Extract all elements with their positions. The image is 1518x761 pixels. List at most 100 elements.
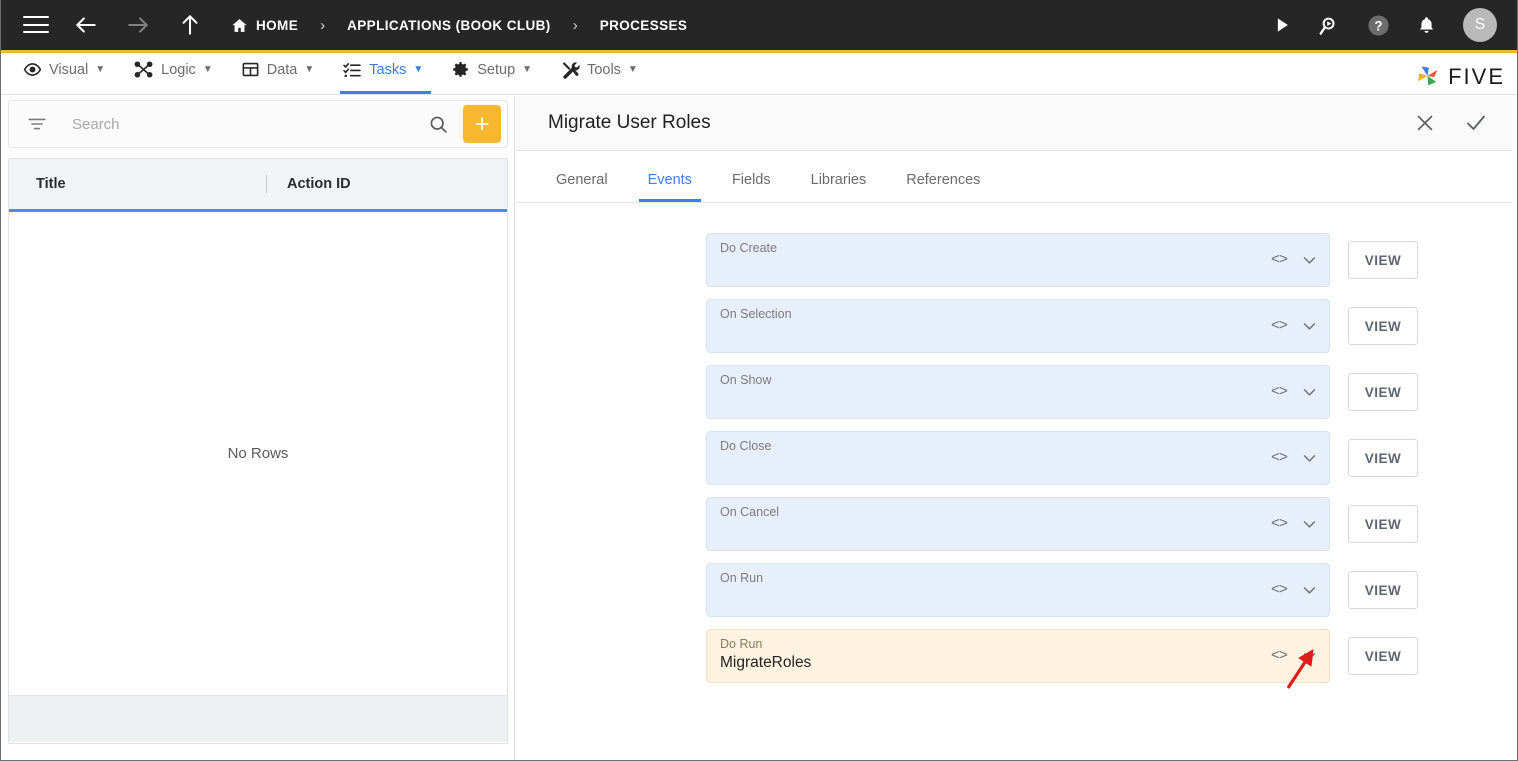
menu-item-tools[interactable]: Tools ▼: [548, 53, 654, 94]
chevron-down-icon[interactable]: [1301, 582, 1318, 599]
breadcrumb-item-processes[interactable]: PROCESSES: [600, 18, 688, 33]
grid-footer: [9, 695, 507, 742]
back-arrow-icon[interactable]: [71, 10, 101, 40]
grid-header-row: Title Action ID: [9, 159, 507, 212]
view-button-do-close[interactable]: VIEW: [1348, 439, 1418, 477]
close-icon[interactable]: [1414, 112, 1436, 134]
code-icon[interactable]: <>: [1271, 252, 1288, 269]
avatar-initial: S: [1474, 16, 1486, 33]
breadcrumb-item-home[interactable]: HOME: [231, 17, 298, 34]
code-icon[interactable]: <>: [1271, 384, 1288, 401]
event-field-label: On Run: [720, 571, 764, 585]
add-record-button[interactable]: +: [463, 105, 501, 143]
menu-item-data[interactable]: Data ▼: [229, 53, 331, 94]
gear-icon: [451, 60, 470, 79]
chevron-down-icon: ▼: [202, 64, 213, 75]
five-pinwheel-icon: [1414, 63, 1441, 90]
forward-arrow-icon[interactable]: [123, 10, 153, 40]
hamburger-menu-icon[interactable]: [23, 16, 49, 34]
detail-panel: Migrate User Roles General Events Fields…: [516, 96, 1512, 760]
grid-body: No Rows: [9, 212, 507, 695]
code-icon[interactable]: <>: [1271, 318, 1288, 335]
chevron-down-icon: ▼: [304, 64, 315, 75]
event-field-do-run[interactable]: Do Run MigrateRoles <>: [706, 629, 1330, 683]
event-field-label: Do Close: [720, 439, 772, 453]
home-icon: [231, 17, 248, 34]
tab-events[interactable]: Events: [638, 172, 702, 202]
event-row-on-show: On Show <> VIEW: [706, 365, 1418, 419]
view-button-do-run[interactable]: VIEW: [1348, 637, 1418, 675]
nodes-icon: [133, 59, 154, 80]
user-avatar[interactable]: S: [1463, 8, 1497, 42]
check-icon[interactable]: [1464, 111, 1488, 135]
grid-column-header-action-id[interactable]: Action ID: [287, 176, 351, 192]
help-icon[interactable]: ?: [1367, 14, 1390, 37]
view-button-do-create[interactable]: VIEW: [1348, 241, 1418, 279]
top-navigation-bar: HOME › APPLICATIONS (BOOK CLUB) › PROCES…: [1, 0, 1517, 53]
event-row-do-run: Do Run MigrateRoles <> VIEW: [706, 629, 1418, 683]
menu-item-label-data: Data: [266, 61, 298, 78]
event-field-do-close[interactable]: Do Close <>: [706, 431, 1330, 485]
code-icon[interactable]: <>: [1271, 516, 1288, 533]
view-button-on-run[interactable]: VIEW: [1348, 571, 1418, 609]
left-sidebar: + Title Action ID No Rows: [1, 96, 515, 760]
search-chat-icon[interactable]: [1318, 14, 1341, 37]
event-field-do-create[interactable]: Do Create <>: [706, 233, 1330, 287]
menu-item-visual[interactable]: Visual ▼: [11, 53, 121, 94]
topbar-actions: ? S: [1272, 8, 1497, 42]
grid-column-divider[interactable]: [266, 175, 267, 193]
menu-item-setup[interactable]: Setup ▼: [439, 53, 548, 94]
search-input[interactable]: [70, 114, 428, 134]
code-icon[interactable]: <>: [1271, 648, 1288, 665]
menu-item-tasks[interactable]: Tasks ▼: [330, 53, 439, 94]
chevron-down-icon[interactable]: [1301, 252, 1318, 269]
event-field-label: Do Create: [720, 241, 777, 255]
view-button-on-selection[interactable]: VIEW: [1348, 307, 1418, 345]
code-icon[interactable]: <>: [1271, 450, 1288, 467]
svg-text:?: ?: [1374, 18, 1382, 33]
event-field-icons: <>: [1271, 450, 1318, 467]
chevron-down-icon: ▼: [627, 64, 638, 75]
event-field-label: On Selection: [720, 307, 792, 321]
up-arrow-icon[interactable]: [175, 10, 205, 40]
panel-header-actions: [1414, 111, 1488, 135]
run-icon[interactable]: [1272, 15, 1292, 35]
event-field-icons: <>: [1271, 384, 1318, 401]
code-icon[interactable]: <>: [1271, 582, 1288, 599]
notifications-bell-icon[interactable]: [1416, 15, 1437, 36]
event-field-value: MigrateRoles: [720, 654, 812, 671]
event-field-on-show[interactable]: On Show <>: [706, 365, 1330, 419]
module-menu-bar: Visual ▼ Logic ▼ Data ▼ Tasks ▼ Setup ▼ …: [1, 53, 1517, 95]
event-field-label: On Cancel: [720, 505, 780, 519]
brand-name: FIVE: [1448, 63, 1505, 89]
chevron-down-icon[interactable]: [1301, 450, 1318, 467]
chevron-down-icon: ▼: [413, 64, 424, 75]
event-field-on-cancel[interactable]: On Cancel <>: [706, 497, 1330, 551]
menu-item-label-setup: Setup: [477, 61, 516, 78]
event-field-on-selection[interactable]: On Selection <>: [706, 299, 1330, 353]
tab-references[interactable]: References: [897, 172, 989, 202]
event-row-on-run: On Run <> VIEW: [706, 563, 1418, 617]
breadcrumb-item-applications[interactable]: APPLICATIONS (BOOK CLUB): [347, 18, 551, 33]
chevron-down-icon[interactable]: [1301, 318, 1318, 335]
event-row-on-cancel: On Cancel <> VIEW: [706, 497, 1418, 551]
tab-libraries[interactable]: Libraries: [802, 172, 876, 202]
event-field-label: On Show: [720, 373, 772, 387]
tab-general[interactable]: General: [547, 172, 617, 202]
tab-fields[interactable]: Fields: [723, 172, 780, 202]
filter-icon[interactable]: [26, 113, 48, 135]
app-window: HOME › APPLICATIONS (BOOK CLUB) › PROCES…: [0, 0, 1518, 761]
grid-column-header-title[interactable]: Title: [36, 176, 266, 192]
chevron-down-icon[interactable]: [1301, 516, 1318, 533]
chevron-down-icon[interactable]: [1301, 384, 1318, 401]
checklist-icon: [342, 60, 362, 80]
view-button-on-show[interactable]: VIEW: [1348, 373, 1418, 411]
menu-item-logic[interactable]: Logic ▼: [121, 53, 229, 94]
chevron-down-icon[interactable]: [1301, 648, 1318, 665]
records-grid: Title Action ID No Rows: [8, 158, 508, 744]
event-row-on-selection: On Selection <> VIEW: [706, 299, 1418, 353]
page-title: Migrate User Roles: [548, 112, 711, 133]
view-button-on-cancel[interactable]: VIEW: [1348, 505, 1418, 543]
event-field-on-run[interactable]: On Run <>: [706, 563, 1330, 617]
search-icon[interactable]: [428, 114, 449, 135]
